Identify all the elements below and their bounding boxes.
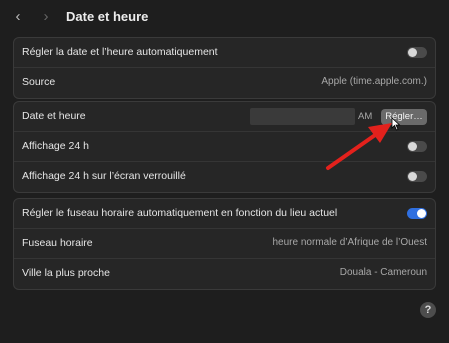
auto-datetime-row: Régler la date et l’heure automatiquemen… (14, 38, 435, 68)
toggle-knob (408, 48, 417, 57)
titlebar: ‹ › Date et heure (0, 0, 449, 34)
help-button[interactable]: ? (420, 302, 436, 318)
nearest-city-row: Ville la plus proche Douala - Cameroun (14, 259, 435, 289)
timezone-row: Fuseau horaire heure normale d’Afrique d… (14, 229, 435, 259)
toggle-knob (408, 142, 417, 151)
toggle-knob (417, 209, 426, 218)
manual-datetime-group: Date et heure AM Régler… Affichage 24 h … (13, 101, 436, 193)
mouse-pointer-icon (391, 117, 401, 131)
timezone-label: Fuseau horaire (22, 237, 93, 249)
auto-timezone-toggle[interactable] (407, 208, 427, 219)
page-title: Date et heure (66, 9, 149, 24)
h24-lockscreen-toggle[interactable] (407, 171, 427, 182)
timezone-group: Régler le fuseau horaire automatiquement… (13, 198, 436, 290)
source-row: Source Apple (time.apple.com.) (14, 68, 435, 98)
auto-datetime-group: Régler la date et l’heure automatiquemen… (13, 37, 436, 99)
toggle-knob (408, 172, 417, 181)
source-label: Source (22, 76, 56, 88)
h24-row: Affichage 24 h (14, 132, 435, 162)
timezone-value[interactable]: heure normale d’Afrique de l’Ouest (272, 237, 427, 248)
h24-lockscreen-label: Affichage 24 h sur l’écran verrouillé (22, 170, 186, 182)
forward-chevron-icon[interactable]: › (38, 9, 54, 25)
set-datetime-button[interactable]: Régler… (381, 109, 427, 125)
source-value[interactable]: Apple (time.apple.com.) (321, 76, 427, 87)
datetime-row: Date et heure AM Régler… (14, 102, 435, 132)
ampm-indicator[interactable]: AM (358, 111, 372, 122)
auto-timezone-row: Régler le fuseau horaire automatiquement… (14, 199, 435, 229)
datetime-label: Date et heure (22, 110, 86, 122)
nearest-city-value[interactable]: Douala - Cameroun (340, 267, 427, 278)
auto-timezone-label: Régler le fuseau horaire automatiquement… (22, 207, 338, 219)
h24-lockscreen-row: Affichage 24 h sur l’écran verrouillé (14, 162, 435, 192)
h24-label: Affichage 24 h (22, 140, 89, 152)
h24-toggle[interactable] (407, 141, 427, 152)
nearest-city-label: Ville la plus proche (22, 267, 110, 279)
back-chevron-icon[interactable]: ‹ (10, 9, 26, 25)
auto-datetime-label: Régler la date et l’heure automatiquemen… (22, 46, 218, 58)
auto-datetime-toggle[interactable] (407, 47, 427, 58)
datetime-field[interactable] (250, 108, 355, 125)
